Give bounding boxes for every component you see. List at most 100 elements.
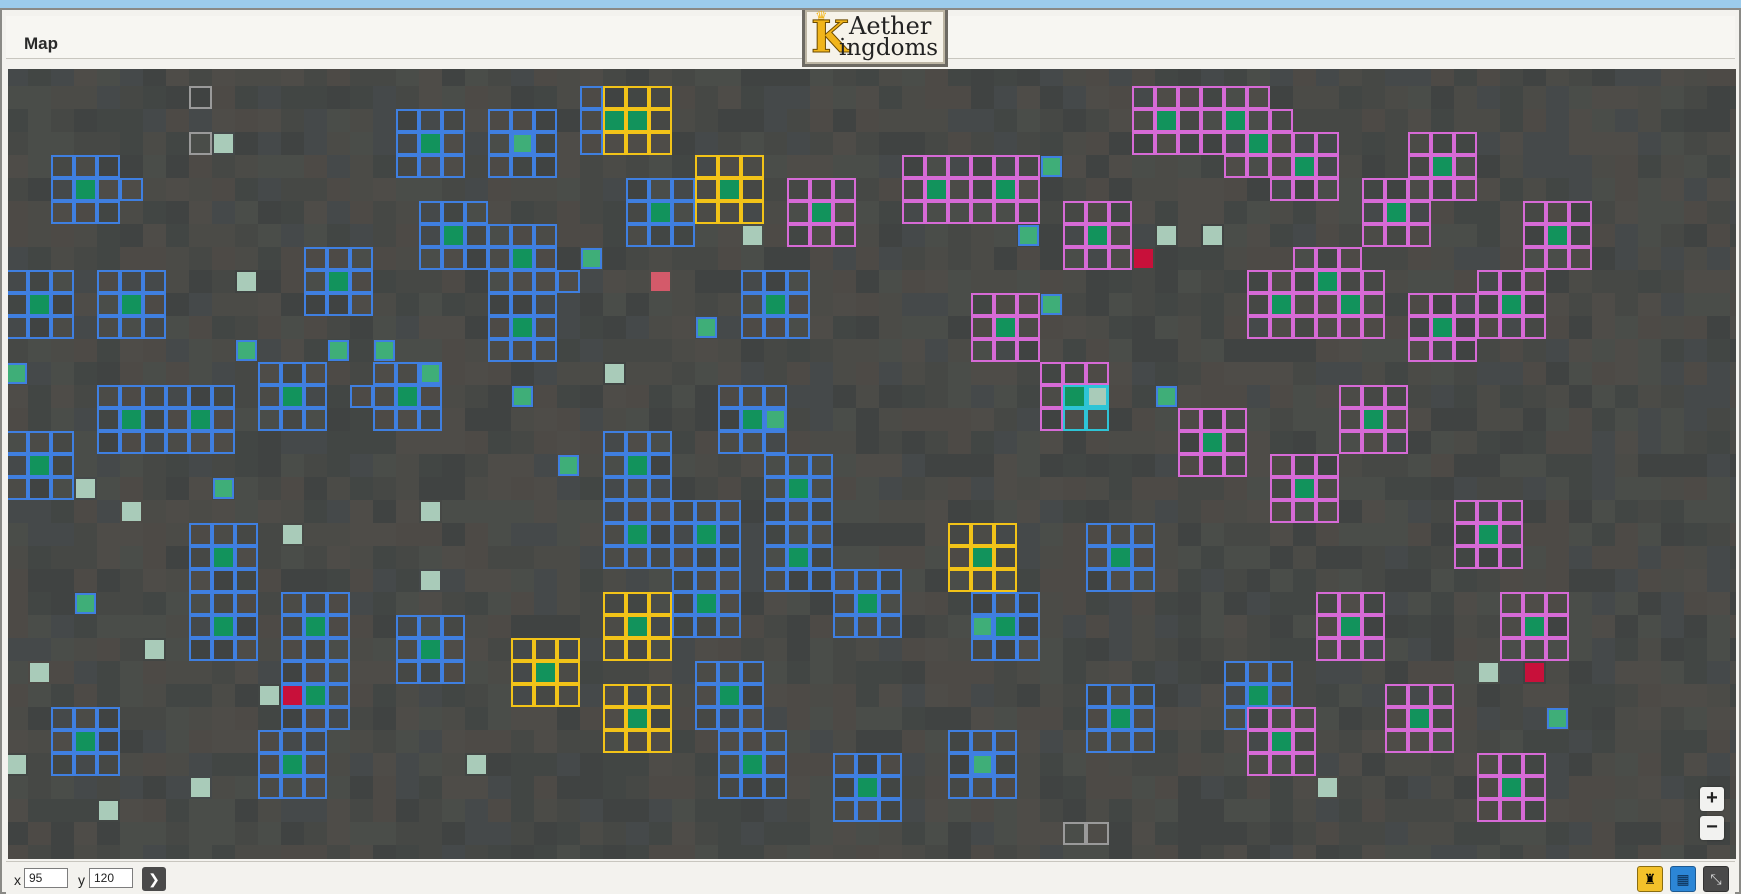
- ground-tile: [1546, 155, 1569, 178]
- world-map[interactable]: + −: [8, 69, 1736, 859]
- x-coordinate-input[interactable]: [24, 868, 68, 888]
- ground-tile: [580, 293, 603, 316]
- ground-tile: [51, 638, 74, 661]
- ground-tile: [120, 247, 143, 270]
- ground-tile: [534, 247, 557, 270]
- ground-tile: [304, 178, 327, 201]
- castle-filter-button[interactable]: ♜: [1637, 866, 1663, 892]
- grid-toggle-button[interactable]: ▦: [1670, 866, 1696, 892]
- ground-tile: [580, 431, 603, 454]
- ground-tile: [120, 316, 143, 339]
- ground-tile: [166, 753, 189, 776]
- ground-tile: [1707, 477, 1730, 500]
- blue-castle: [1111, 709, 1130, 728]
- ground-tile: [488, 523, 511, 546]
- ground-tile: [1408, 845, 1431, 859]
- ground-tile: [74, 408, 97, 431]
- ground-tile: [143, 339, 166, 362]
- ground-tile: [1730, 385, 1736, 408]
- ground-tile: [718, 270, 741, 293]
- ground-tile: [212, 224, 235, 247]
- collapse-button[interactable]: ⤡: [1703, 866, 1729, 892]
- ground-tile: [1086, 592, 1109, 615]
- ground-tile: [74, 431, 97, 454]
- ground-tile: [1086, 546, 1109, 569]
- ground-tile: [350, 109, 373, 132]
- ground-tile: [1339, 69, 1362, 86]
- ground-tile: [1086, 638, 1109, 661]
- outpost: [283, 525, 302, 544]
- ground-tile: [649, 385, 672, 408]
- ground-tile: [1132, 316, 1155, 339]
- ground-tile: [856, 224, 879, 247]
- ground-tile: [833, 339, 856, 362]
- ground-tile: [1109, 69, 1132, 86]
- go-to-coordinate-button[interactable]: ❯: [142, 867, 166, 891]
- ground-tile: [304, 569, 327, 592]
- ground-tile: [1661, 109, 1684, 132]
- ground-tile: [1500, 178, 1523, 201]
- pink-castle: [1341, 295, 1360, 314]
- ground-tile: [1201, 822, 1224, 845]
- ground-tile: [741, 247, 764, 270]
- ground-tile: [304, 523, 327, 546]
- ground-tile: [1339, 799, 1362, 822]
- ground-tile: [8, 178, 28, 201]
- ground-tile: [672, 109, 695, 132]
- ground-tile: [281, 500, 304, 523]
- ground-tile: [281, 247, 304, 270]
- ground-tile: [120, 592, 143, 615]
- ground-tile: [1040, 523, 1063, 546]
- ground-tile: [1638, 316, 1661, 339]
- ground-tile: [925, 155, 948, 178]
- ground-tile: [1546, 362, 1569, 385]
- ground-tile: [1316, 638, 1339, 661]
- ground-tile: [1362, 569, 1385, 592]
- ground-tile: [8, 270, 28, 293]
- ground-tile: [189, 500, 212, 523]
- ground-tile: [373, 431, 396, 454]
- ground-tile: [1546, 431, 1569, 454]
- ground-tile: [396, 661, 419, 684]
- zoom-in-button[interactable]: +: [1700, 787, 1724, 811]
- ground-tile: [8, 408, 28, 431]
- ground-tile: [74, 339, 97, 362]
- ground-tile: [1638, 753, 1661, 776]
- ground-tile: [1109, 845, 1132, 859]
- ground-tile: [1063, 799, 1086, 822]
- outpost-green: [328, 340, 349, 361]
- ground-tile: [1132, 523, 1155, 546]
- ground-tile: [258, 753, 281, 776]
- ground-tile: [396, 247, 419, 270]
- ground-tile: [1017, 293, 1040, 316]
- ground-tile: [718, 362, 741, 385]
- ground-tile: [235, 615, 258, 638]
- map-canvas[interactable]: [8, 69, 1736, 859]
- ground-tile: [189, 638, 212, 661]
- ground-tile: [281, 109, 304, 132]
- zoom-out-button[interactable]: −: [1700, 816, 1724, 840]
- ground-tile: [626, 500, 649, 523]
- ground-tile: [580, 684, 603, 707]
- ground-tile: [925, 707, 948, 730]
- y-coordinate-input[interactable]: [89, 868, 133, 888]
- ground-tile: [1684, 753, 1707, 776]
- ground-tile: [1500, 546, 1523, 569]
- ground-tile: [1247, 638, 1270, 661]
- ground-tile: [948, 730, 971, 753]
- ground-tile: [189, 592, 212, 615]
- plus-icon: +: [1706, 787, 1718, 809]
- ground-tile: [1500, 730, 1523, 753]
- ground-tile: [810, 776, 833, 799]
- ground-tile: [97, 730, 120, 753]
- ground-tile: [1339, 431, 1362, 454]
- ground-tile: [419, 408, 442, 431]
- ground-tile: [879, 270, 902, 293]
- ground-tile: [718, 845, 741, 859]
- ground-tile: [120, 845, 143, 859]
- ground-tile: [1477, 569, 1500, 592]
- ground-tile: [1684, 362, 1707, 385]
- ground-tile: [810, 155, 833, 178]
- ground-tile: [1224, 69, 1247, 86]
- ground-tile: [902, 270, 925, 293]
